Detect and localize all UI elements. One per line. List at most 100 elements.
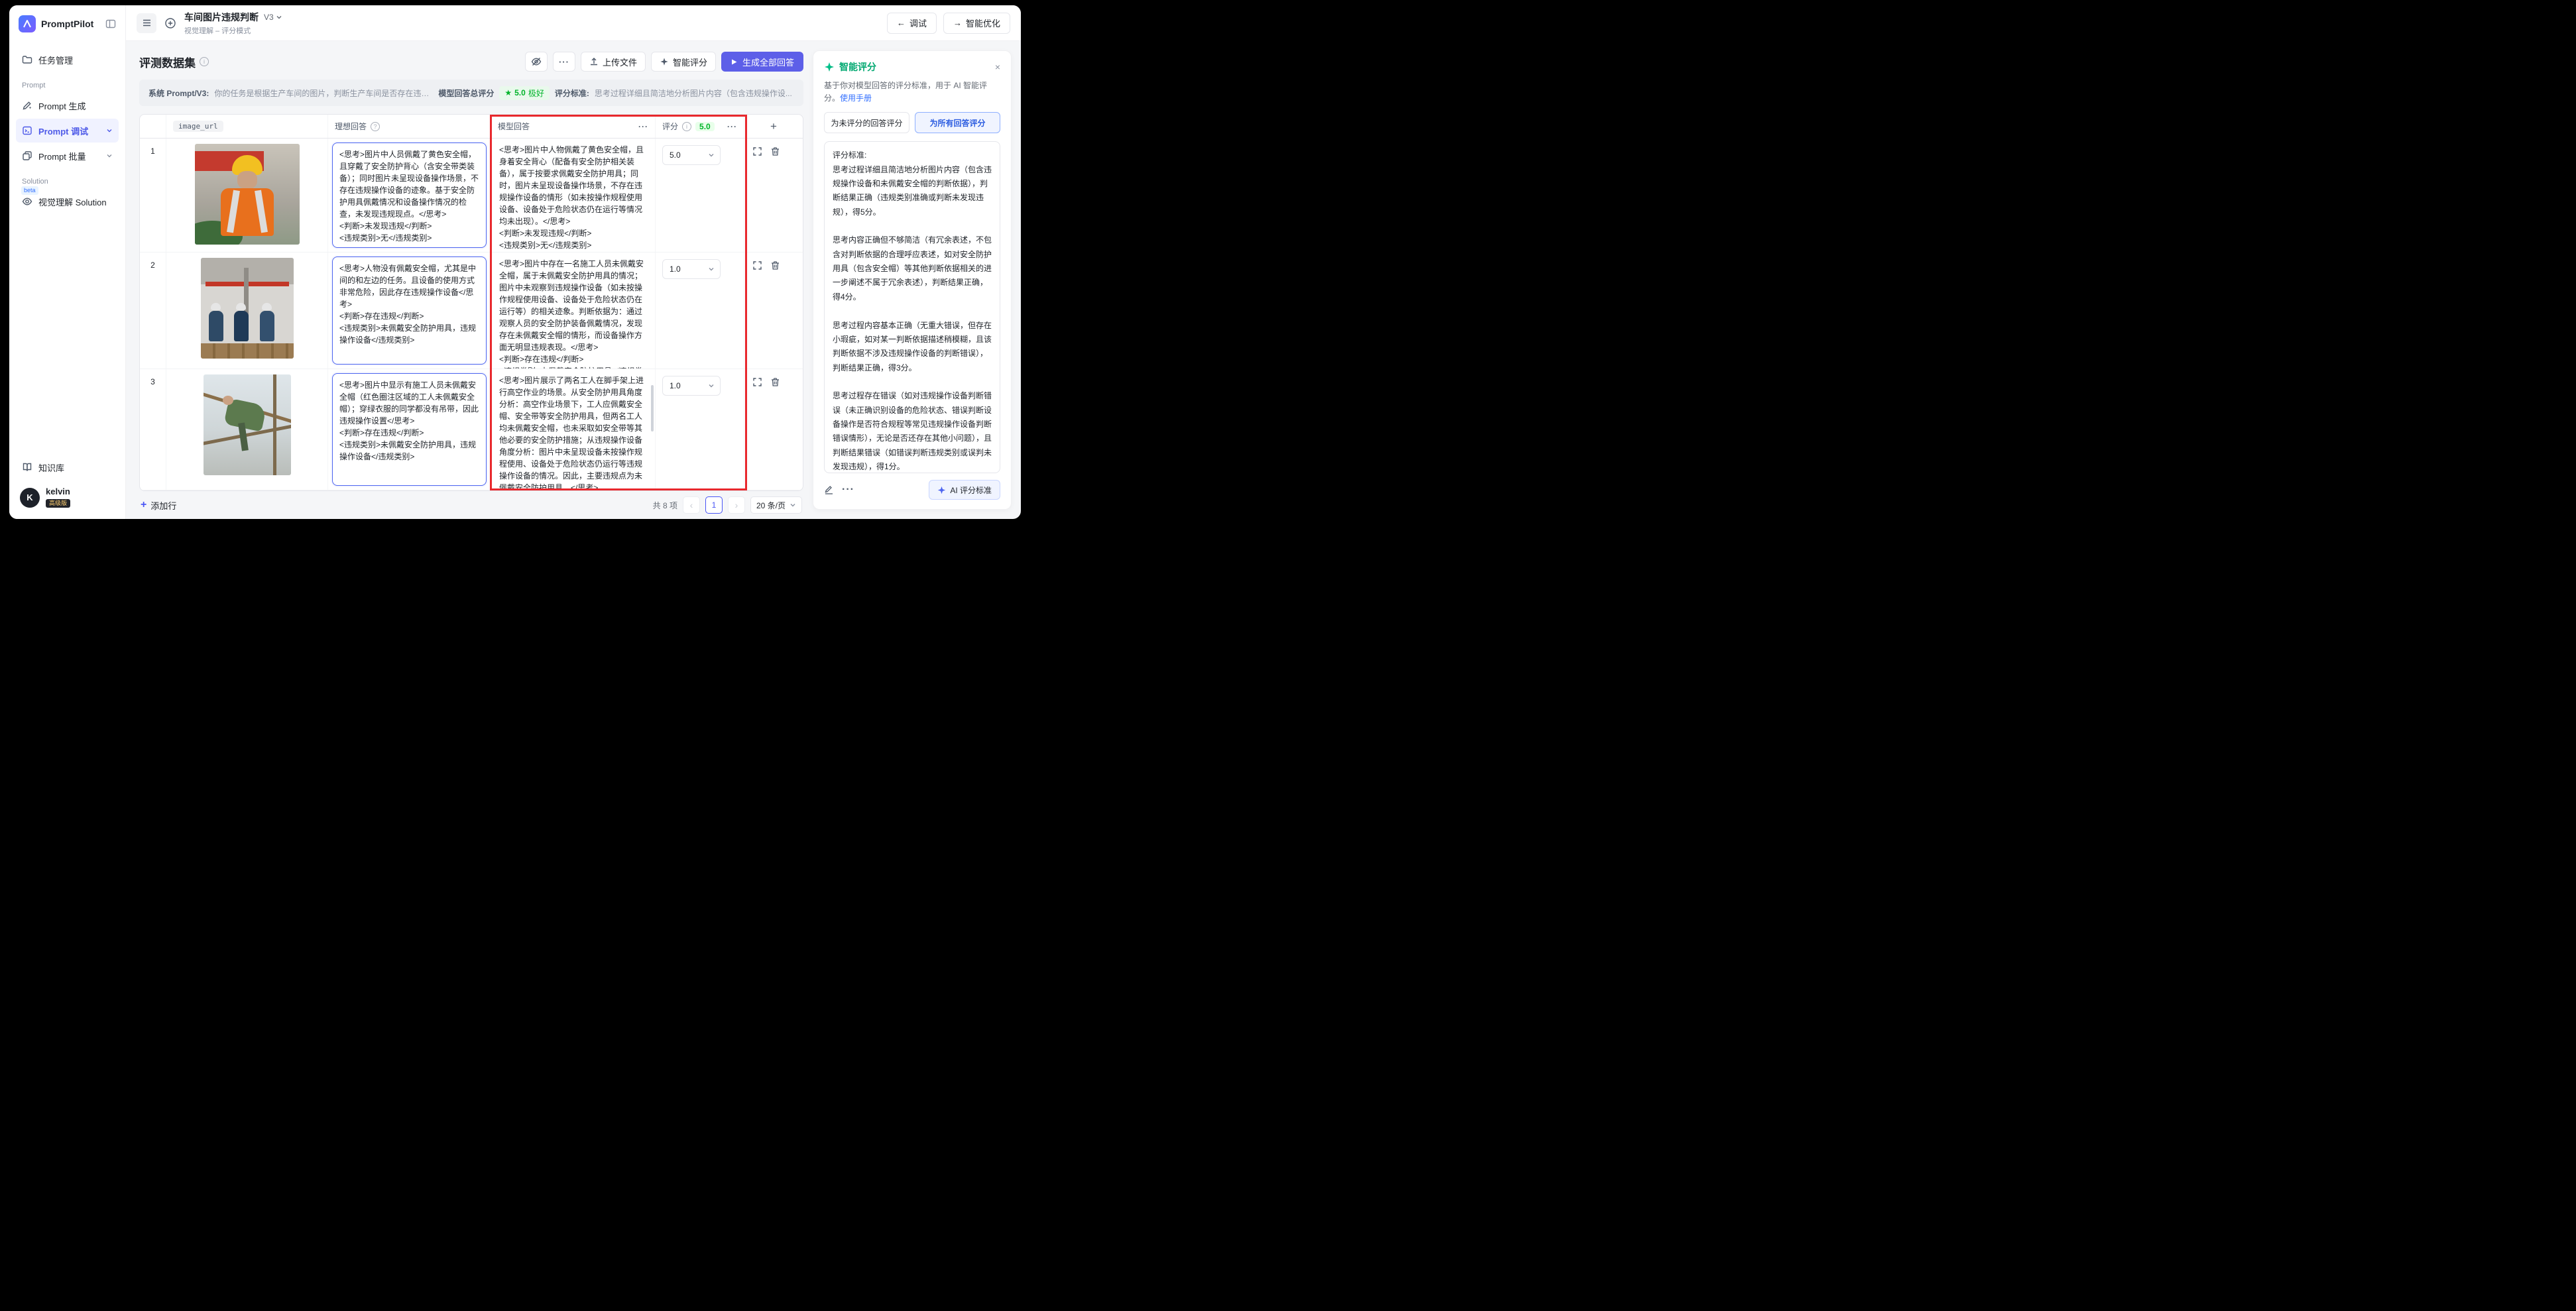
hide-columns-button[interactable]: [525, 52, 548, 72]
sidebar-item-prompt-debug[interactable]: Prompt 调试: [16, 119, 119, 142]
layers-icon: [22, 150, 32, 161]
info-icon: i: [682, 122, 691, 131]
pencil-sparkle-icon: [22, 100, 32, 111]
add-row-label: 添加行: [150, 499, 176, 512]
criteria-preview-text: 思考过程详细且简洁地分析图片内容（包含违规操作设...: [595, 87, 794, 99]
model-answer-text: <思考>图片中存在一名施工人员未佩戴安全帽，属于未佩戴安全防护用具的情况；图片中…: [499, 258, 647, 369]
row-index: 3: [140, 369, 166, 490]
menu-icon[interactable]: [137, 13, 156, 33]
model-answer-cell[interactable]: <思考>图片中存在一名施工人员未佩戴安全帽，属于未佩戴安全防护用具的情况；图片中…: [491, 253, 656, 369]
sidebar-item-vision-solution[interactable]: beta 视觉理解 Solution: [16, 190, 119, 213]
screen: PromptPilot 任务管理 Prompt Prompt 生成 Prompt…: [0, 0, 1030, 524]
row-actions: [744, 369, 803, 490]
sidebar-item-prompt-generate[interactable]: Prompt 生成: [16, 93, 119, 117]
topbar: 车间图片违规判断 V3 视觉理解 – 评分模式 ← 调试 → 智能优化: [126, 5, 1021, 41]
ideal-answer-editor[interactable]: <思考>图片中人员佩戴了黄色安全帽，且穿戴了安全防护背心（含安全带类装备）；同时…: [332, 142, 487, 248]
image-cell: [166, 253, 328, 369]
dataset-section: 评测数据集 i ··· 上传文件 智能评分: [139, 50, 803, 519]
edit-icon[interactable]: [824, 485, 834, 495]
table-footer: + 添加行 共 8 项 ‹ 1 › 20 条/页: [139, 491, 803, 519]
model-column-menu-icon[interactable]: ···: [638, 122, 648, 131]
score-column-menu-icon[interactable]: ···: [727, 122, 737, 131]
ideal-answer-cell: <思考>图片中显示有施工人员未佩戴安全帽（红色圈注区域的工人未佩戴安全帽）；穿绿…: [328, 369, 491, 490]
panel-header: 智能评分 ×: [824, 60, 1000, 74]
model-answer-cell[interactable]: <思考>图片中人物佩戴了黄色安全帽，且身着安全背心（配备有安全防护相关装备），属…: [491, 139, 656, 252]
page-size-select[interactable]: 20 条/页: [750, 496, 802, 514]
image-cell: [166, 369, 328, 490]
add-row-button[interactable]: + 添加行: [141, 499, 176, 512]
model-answer-cell[interactable]: <思考>图片展示了两名工人在脚手架上进行高空作业的场景。从安全防护用具角度分析：…: [491, 369, 656, 490]
image-field-tag: image_url: [173, 121, 223, 132]
smart-score-button[interactable]: 智能评分: [651, 52, 716, 72]
smart-optimize-button[interactable]: → 智能优化: [943, 13, 1010, 34]
folder-icon: [22, 54, 32, 65]
photo-shape: [237, 171, 257, 189]
topbar-actions: ← 调试 → 智能优化: [887, 13, 1010, 34]
eye-icon: [22, 196, 32, 207]
debug-button[interactable]: ← 调试: [887, 13, 937, 34]
panel-more-icon[interactable]: ···: [842, 484, 854, 496]
score-select[interactable]: 1.0: [662, 376, 721, 396]
score-unscored-tab[interactable]: 为未评分的回答评分: [824, 112, 909, 133]
avatar: K: [20, 488, 40, 508]
current-page-button[interactable]: 1: [705, 496, 723, 514]
close-icon[interactable]: ×: [995, 62, 1000, 72]
prev-page-button[interactable]: ‹: [683, 496, 700, 514]
more-actions-button[interactable]: ···: [553, 52, 575, 72]
generate-all-answers-button[interactable]: 生成全部回答: [721, 52, 803, 72]
sidebar-item-task-management[interactable]: 任务管理: [16, 48, 119, 72]
ideal-answer-editor[interactable]: <思考>图片中显示有施工人员未佩戴安全帽（红色圈注区域的工人未佩戴安全帽）；穿绿…: [332, 373, 487, 486]
delete-row-icon[interactable]: [770, 146, 780, 156]
ai-criteria-button-label: AI 评分标准: [950, 484, 992, 496]
add-column-button[interactable]: +: [744, 115, 803, 138]
score-select[interactable]: 1.0: [662, 259, 721, 279]
chevron-down-icon: [276, 14, 282, 21]
total-score-badge: ★ 5.0 极好: [499, 86, 549, 100]
row-photo-scaffold[interactable]: [204, 374, 291, 475]
ai-criteria-button[interactable]: AI 评分标准: [929, 480, 1000, 500]
ideal-answer-cell: <思考>图片中人员佩戴了黄色安全帽，且穿戴了安全防护背心（含安全带类装备）；同时…: [328, 139, 491, 252]
photo-shape: [223, 396, 233, 405]
table-row: 1: [140, 139, 803, 253]
table-row: 3: [140, 369, 803, 490]
sidebar-item-label: 视觉理解 Solution: [38, 196, 107, 208]
manual-link[interactable]: 使用手册: [840, 93, 872, 103]
ideal-answer-editor[interactable]: <思考>人物没有佩戴安全帽，尤其是中间的和左边的任务。且设备的使用方式非常危险，…: [332, 256, 487, 365]
help-icon: ?: [371, 122, 380, 131]
delete-row-icon[interactable]: [770, 377, 780, 387]
page-title: 评测数据集: [139, 54, 196, 70]
user-profile[interactable]: K kelvin 高级版: [16, 480, 119, 519]
upload-file-button[interactable]: 上传文件: [581, 52, 646, 72]
sidebar-item-prompt-batch[interactable]: Prompt 批量: [16, 144, 119, 168]
model-answer-text: <思考>图片展示了两名工人在脚手架上进行高空作业的场景。从安全防护用具角度分析：…: [499, 374, 647, 490]
score-all-tab[interactable]: 为所有回答评分: [915, 112, 1000, 133]
row-photo-workshop[interactable]: [201, 258, 294, 359]
criteria-editor[interactable]: 评分标准: 思考过程详细且简洁地分析图片内容（包含违规操作设备和未佩戴安全帽的判…: [824, 141, 1000, 473]
sidebar-item-label: Prompt 调试: [38, 125, 88, 137]
star-icon: ★: [504, 88, 512, 97]
expand-row-icon[interactable]: [752, 146, 762, 156]
smart-score-panel: 智能评分 × 基于你对模型回答的评分标准，用于 AI 智能评分。使用手册 为未评…: [813, 50, 1012, 510]
sidebar-item-knowledge-base[interactable]: 知识库: [16, 455, 119, 479]
next-page-button[interactable]: ›: [728, 496, 745, 514]
pagination: 共 8 项 ‹ 1 › 20 条/页: [653, 496, 802, 514]
row-photo-worker-vest[interactable]: [195, 144, 300, 245]
total-score-value: 5.0: [514, 88, 526, 97]
delete-row-icon[interactable]: [770, 260, 780, 270]
debug-button-label: 调试: [909, 17, 927, 29]
photo-shape: [209, 311, 223, 341]
add-circle-icon[interactable]: [164, 17, 176, 29]
version-selector[interactable]: V3: [264, 13, 282, 22]
arrow-left-icon: ←: [897, 18, 906, 28]
sparkle-icon: [660, 57, 669, 66]
sidebar-collapse-icon[interactable]: [105, 19, 116, 29]
expand-row-icon[interactable]: [752, 377, 762, 387]
system-prompt-banner: 系统 Prompt/V3: 你的任务是根据生产车间的图片，判断生产车间是否存在违…: [139, 80, 803, 106]
scrollbar[interactable]: [651, 385, 654, 431]
chevron-down-icon: [708, 382, 715, 389]
chevron-down-icon: [106, 151, 113, 161]
score-select[interactable]: 5.0: [662, 145, 721, 165]
logo-row: PromptPilot: [16, 5, 119, 42]
expand-row-icon[interactable]: [752, 260, 762, 270]
sidebar-section-solution: Solution: [22, 178, 113, 186]
